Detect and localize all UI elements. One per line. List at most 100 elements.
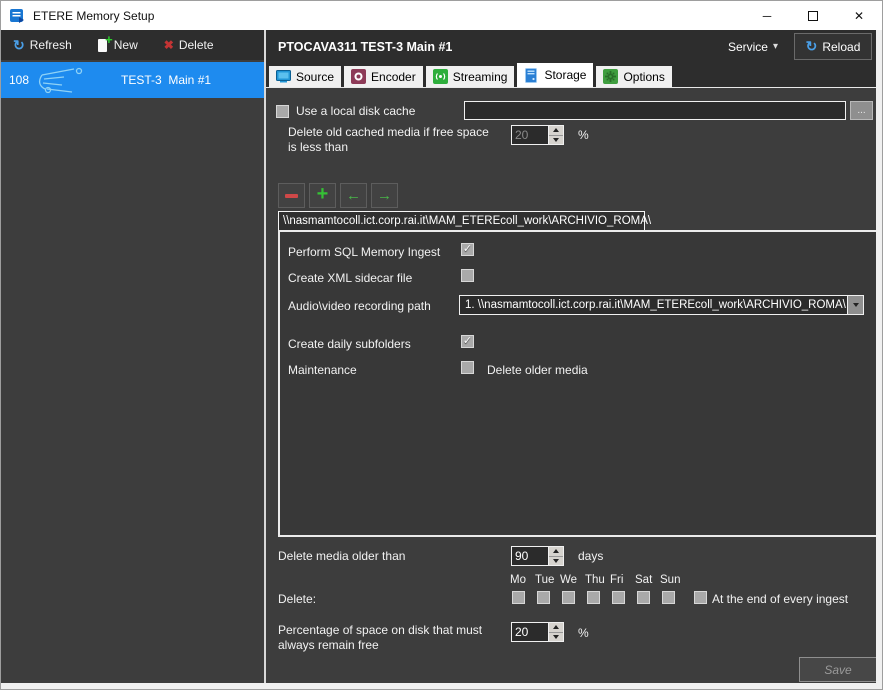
service-dropdown[interactable]: Service ▾	[728, 40, 778, 54]
spin-up-button[interactable]	[549, 623, 563, 632]
refresh-button[interactable]: ↻ Refresh	[7, 36, 78, 55]
day-label-sat: Sat	[635, 574, 660, 586]
day-label-thu: Thu	[585, 574, 610, 586]
delete-media-older-label: Delete media older than	[278, 549, 405, 564]
triangle-up-icon	[553, 128, 559, 132]
path-settings-panel: Perform SQL Memory Ingest ✓ Create XML s…	[278, 230, 879, 537]
day-checkbox-we[interactable]	[562, 591, 575, 604]
day-checkbox-thu[interactable]	[587, 591, 600, 604]
spin-down-button[interactable]	[549, 556, 563, 566]
tab-options[interactable]: Options	[596, 66, 671, 87]
percentage-free-value: 20	[512, 623, 548, 641]
recording-path-dropdown[interactable]: 1. \\nasmamtocoll.ict.corp.rai.it\MAM_ET…	[459, 295, 864, 315]
create-daily-subfolders-checkbox[interactable]: ✓	[461, 335, 474, 348]
item-id: 108	[9, 73, 29, 87]
close-icon: ✕	[854, 9, 864, 23]
storage-tab-content: Use a local disk cache ... Delete old ca…	[266, 87, 876, 683]
remove-path-button[interactable]	[278, 183, 305, 208]
minimize-icon: ─	[763, 9, 772, 23]
arrow-left-icon: ←	[346, 188, 361, 203]
tab-encoder-label: Encoder	[371, 70, 416, 84]
spin-up-button[interactable]	[549, 126, 563, 135]
gear-icon	[603, 69, 618, 84]
triangle-down-icon	[553, 635, 559, 639]
delete-media-older-value: 90	[512, 547, 548, 565]
day-checkbox-sun[interactable]	[662, 591, 675, 604]
tab-streaming-label: Streaming	[453, 70, 508, 84]
spin-down-button[interactable]	[549, 135, 563, 145]
days-header: Mo Tue We Thu Fri Sat Sun	[510, 574, 685, 586]
day-checkbox-tue[interactable]	[537, 591, 550, 604]
perform-sql-checkbox[interactable]: ✓	[461, 243, 474, 256]
tab-storage[interactable]: Storage	[517, 63, 593, 87]
refresh-icon: ↻	[13, 37, 25, 54]
window-title: ETERE Memory Setup	[33, 9, 154, 23]
reload-label: Reload	[822, 40, 860, 54]
minimize-button[interactable]: ─	[744, 1, 790, 30]
app-icon	[9, 8, 25, 24]
sidebar: ↻ Refresh + New ✖ Delete 108	[1, 30, 264, 683]
day-checkbox-mo[interactable]	[512, 591, 525, 604]
browse-button[interactable]: ...	[850, 101, 873, 120]
day-label-mo: Mo	[510, 574, 535, 586]
day-checkbox-sat[interactable]	[637, 591, 650, 604]
titlebar: ETERE Memory Setup ─ ✕	[1, 1, 882, 30]
use-local-disk-cache-label: Use a local disk cache	[296, 104, 415, 119]
cache-path-input[interactable]	[464, 101, 846, 120]
service-label: Service	[728, 40, 768, 54]
tab-source-label: Source	[296, 70, 334, 84]
delete-button[interactable]: ✖ Delete	[158, 37, 220, 53]
triangle-up-icon	[553, 549, 559, 553]
percent-label: %	[578, 626, 589, 641]
window-frame-right	[876, 30, 882, 689]
triangle-down-icon	[853, 303, 859, 307]
reload-button[interactable]: ↻ Reload	[794, 33, 872, 60]
close-button[interactable]: ✕	[836, 1, 882, 30]
minus-icon	[285, 194, 298, 198]
storage-drive-icon	[524, 68, 539, 83]
etere-logo-icon	[34, 65, 96, 98]
day-checkbox-fri[interactable]	[612, 591, 625, 604]
save-button[interactable]: Save	[799, 657, 877, 682]
new-button[interactable]: + New	[92, 37, 144, 53]
percentage-free-spinner[interactable]: 20	[511, 622, 564, 642]
days-unit-label: days	[578, 549, 603, 564]
use-local-disk-cache-checkbox[interactable]	[276, 105, 289, 118]
tab-storage-label: Storage	[544, 68, 586, 82]
delete-older-media-label: Delete older media	[487, 363, 588, 378]
delete-media-older-spinner[interactable]: 90	[511, 546, 564, 566]
spin-down-button[interactable]	[549, 632, 563, 642]
maintenance-checkbox[interactable]	[461, 361, 474, 374]
day-label-tue: Tue	[535, 574, 560, 586]
reload-icon: ↻	[806, 38, 818, 55]
path-tab[interactable]: \\nasmamtocoll.ict.corp.rai.it\MAM_ETERE…	[278, 211, 645, 231]
add-path-button[interactable]: +	[309, 183, 336, 208]
main-panel: PTOCAVA311 TEST-3 Main #1 Service ▾ ↻ Re…	[264, 30, 876, 683]
free-space-label: Delete old cached media if free space is…	[288, 125, 496, 155]
tab-source[interactable]: Source	[269, 66, 341, 87]
tab-streaming[interactable]: Streaming	[426, 66, 515, 87]
triangle-down-icon	[553, 138, 559, 142]
refresh-label: Refresh	[30, 38, 72, 52]
arrow-right-icon: →	[377, 188, 392, 203]
move-path-left-button[interactable]: ←	[340, 183, 367, 208]
new-document-icon: +	[98, 39, 109, 52]
memory-list-item[interactable]: 108 TEST-3 Main #1	[1, 62, 264, 98]
dropdown-arrow-button[interactable]	[847, 296, 863, 314]
item-label: TEST-3 Main #1	[121, 73, 211, 87]
day-label-sun: Sun	[660, 574, 685, 586]
days-checkbox-row	[512, 591, 687, 605]
tab-encoder[interactable]: Encoder	[344, 66, 423, 87]
recording-path-label: Audio\video recording path	[288, 299, 431, 314]
triangle-up-icon	[553, 625, 559, 629]
maximize-button[interactable]	[790, 1, 836, 30]
cache-free-space-spinner[interactable]: 20	[511, 125, 564, 145]
app-window: ETERE Memory Setup ─ ✕ ↻ Refresh + New ✖…	[0, 0, 883, 690]
new-label: New	[114, 38, 138, 52]
delete-label: Delete	[179, 38, 214, 52]
encoder-icon	[351, 69, 366, 84]
end-of-ingest-checkbox[interactable]	[694, 591, 707, 604]
create-xml-checkbox[interactable]	[461, 269, 474, 282]
spin-up-button[interactable]	[549, 547, 563, 556]
move-path-right-button[interactable]: →	[371, 183, 398, 208]
